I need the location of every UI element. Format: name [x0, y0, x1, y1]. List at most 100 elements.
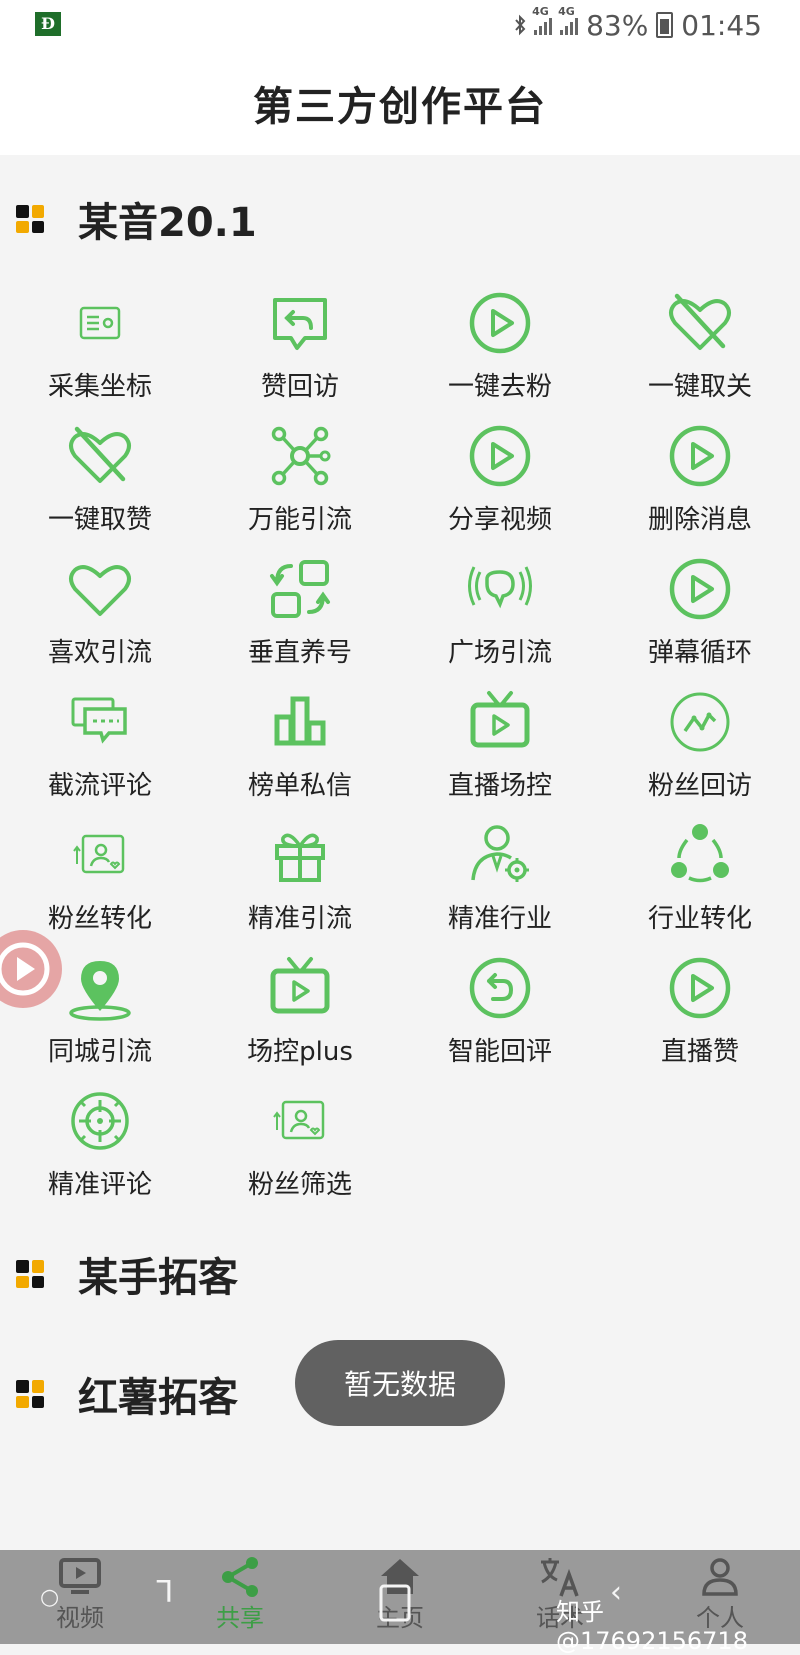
- section-title-xiaohongshu[interactable]: 红薯拓客: [16, 1365, 238, 1423]
- feature-label: 精准评论: [47, 1170, 152, 1200]
- page-title: 第三方创作平台: [253, 83, 547, 130]
- network-hub-icon: [265, 421, 335, 491]
- feature-label: 智能回评: [447, 1037, 552, 1067]
- section-title-kuaishou[interactable]: 某手拓客: [16, 1245, 238, 1303]
- target-icon: [65, 1086, 135, 1156]
- feature-label: 行业转化: [647, 904, 752, 934]
- battery-icon: [656, 12, 674, 38]
- feature-label: 粉丝回访: [647, 771, 752, 801]
- feature-label: 赞回访: [260, 372, 339, 402]
- broadcast-bubble-icon: [465, 554, 535, 624]
- battery-percent: 83%: [586, 8, 649, 42]
- app-header: 第三方创作平台: [0, 50, 800, 155]
- feature-label: 榜单私信: [247, 771, 352, 801]
- section-title-douyin: 某音20.1: [16, 190, 257, 248]
- feature-label: 采集坐标: [47, 372, 152, 402]
- tv-play-icon: [465, 687, 535, 757]
- feature-item[interactable]: 一键去粉: [400, 280, 600, 413]
- feature-item[interactable]: 粉丝筛选: [200, 1078, 400, 1211]
- feature-label: 广场引流: [447, 638, 552, 668]
- heart-off-icon: [65, 421, 135, 491]
- feature-item[interactable]: 粉丝回访: [600, 679, 800, 812]
- nav-label: 共享: [216, 1604, 264, 1632]
- nav-item-video[interactable]: 视频: [20, 1554, 140, 1633]
- bluetooth-icon: [515, 14, 526, 36]
- feature-item[interactable]: 榜单私信: [200, 679, 400, 812]
- nav-item-share[interactable]: 共享: [180, 1554, 300, 1633]
- feature-label: 一键去粉: [447, 372, 552, 402]
- signal-icon: 4G: [532, 5, 553, 35]
- feature-label: 同城引流: [47, 1037, 152, 1067]
- feature-label: 万能引流: [247, 505, 352, 535]
- heart-off-icon: [665, 288, 735, 358]
- feature-item[interactable]: 直播场控: [400, 679, 600, 812]
- feature-item[interactable]: 截流评论: [0, 679, 200, 812]
- tv-play-icon: [265, 953, 335, 1023]
- feature-item[interactable]: 智能回评: [400, 945, 600, 1078]
- recents-button[interactable]: ○: [40, 1585, 59, 1610]
- watermark: 知乎 @17692156718: [556, 1598, 748, 1655]
- swap-squares-icon: [265, 554, 335, 624]
- feature-label: 删除消息: [647, 505, 752, 535]
- signal-icon-2: 4G: [558, 5, 579, 35]
- feature-item[interactable]: 删除消息: [600, 413, 800, 546]
- status-bar: Đ 4G 4G 83% 01:45: [0, 0, 800, 50]
- feature-label: 场控plus: [247, 1037, 353, 1067]
- feature-label: 弹幕循环: [647, 638, 752, 668]
- feature-item[interactable]: 喜欢引流: [0, 546, 200, 679]
- feature-item[interactable]: 分享视频: [400, 413, 600, 546]
- feature-label: 粉丝转化: [47, 904, 152, 934]
- feature-item[interactable]: 精准评论: [0, 1078, 200, 1211]
- feature-item[interactable]: 一键取赞: [0, 413, 200, 546]
- feature-item[interactable]: 万能引流: [200, 413, 400, 546]
- status-right: 4G 4G 83% 01:45: [514, 5, 762, 42]
- feature-item[interactable]: 行业转化: [600, 812, 800, 945]
- tv-icon: [59, 1558, 101, 1594]
- section-logo-icon: [16, 1380, 44, 1408]
- play-icon: [0, 942, 50, 996]
- feature-label: 一键取关: [647, 372, 752, 402]
- play-circle-icon: [665, 421, 735, 491]
- play-circle-icon: [665, 953, 735, 1023]
- feature-item[interactable]: 垂直养号: [200, 546, 400, 679]
- section-title-text: 某手拓客: [78, 1255, 238, 1301]
- user-card-icon: [265, 1086, 335, 1156]
- floating-play-button[interactable]: [0, 930, 62, 1008]
- feature-item[interactable]: 精准引流: [200, 812, 400, 945]
- play-circle-icon: [465, 421, 535, 491]
- section-title-text: 某音20.1: [78, 200, 257, 246]
- feature-label: 截流评论: [47, 771, 152, 801]
- play-circle-icon: [665, 554, 735, 624]
- nav-label: 视频: [56, 1604, 104, 1632]
- feature-item[interactable]: 精准行业: [400, 812, 600, 945]
- location-pin-icon: [65, 953, 135, 1023]
- feature-item[interactable]: 粉丝转化: [0, 812, 200, 945]
- trend-circle-icon: [665, 687, 735, 757]
- user-gear-icon: [465, 820, 535, 890]
- play-circle-icon: [465, 288, 535, 358]
- feature-label: 直播赞: [660, 1037, 739, 1067]
- clock: 01:45: [681, 8, 762, 42]
- feature-item[interactable]: 采集坐标: [0, 280, 200, 413]
- feature-item[interactable]: 直播赞: [600, 945, 800, 1078]
- back-gesture-icon[interactable]: ᒣ: [155, 1575, 173, 1610]
- section-title-text: 红薯拓客: [78, 1375, 238, 1421]
- feature-item[interactable]: 一键取关: [600, 280, 800, 413]
- toast-message: 暂无数据: [295, 1340, 505, 1426]
- id-card-icon: [65, 288, 135, 358]
- section-logo-icon: [16, 1260, 44, 1288]
- feature-item[interactable]: 弹幕循环: [600, 546, 800, 679]
- feature-item[interactable]: 场控plus: [200, 945, 400, 1078]
- bar-chart-icon: [265, 687, 335, 757]
- home-button-icon[interactable]: [378, 1583, 412, 1623]
- user-card-icon: [65, 820, 135, 890]
- feature-item[interactable]: 广场引流: [400, 546, 600, 679]
- comments-icon: [65, 687, 135, 757]
- feature-label: 一键取赞: [47, 505, 152, 535]
- feature-label: 粉丝筛选: [247, 1170, 352, 1200]
- feature-label: 分享视频: [447, 505, 552, 535]
- feature-item[interactable]: 赞回访: [200, 280, 400, 413]
- feature-label: 直播场控: [447, 771, 552, 801]
- app-notification-icon: Đ: [35, 12, 61, 36]
- feature-label: 喜欢引流: [47, 638, 152, 668]
